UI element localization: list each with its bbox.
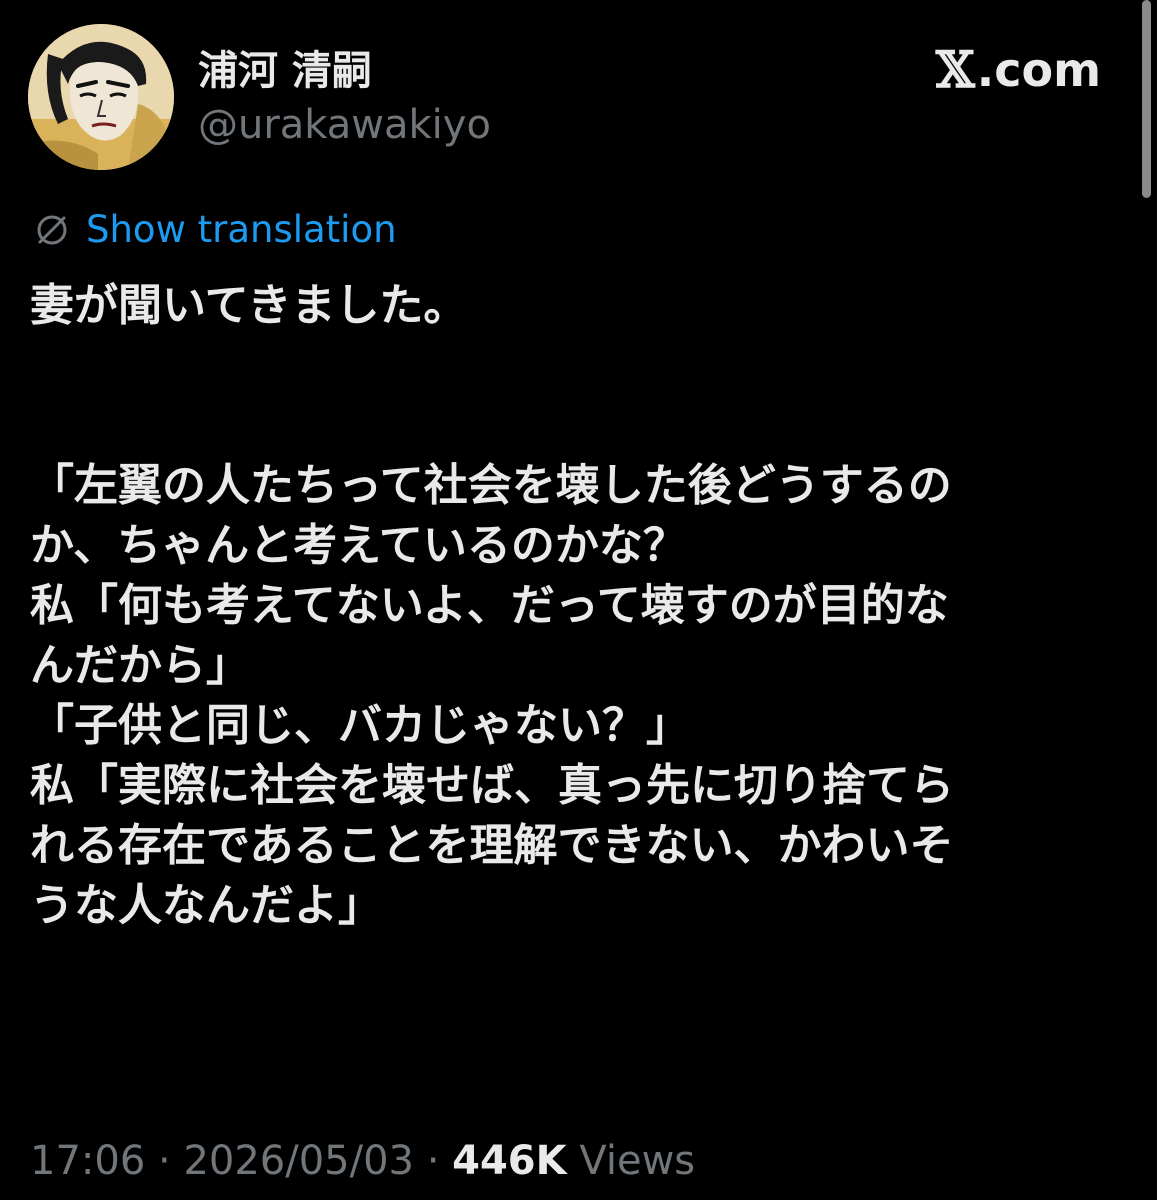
views-label: Views	[566, 1138, 696, 1184]
views-count[interactable]: 446K	[452, 1138, 567, 1184]
brand-domain: .com	[976, 42, 1101, 97]
show-translation-row[interactable]: Show translation	[32, 208, 397, 251]
brand-watermark: 𝕏 .com	[936, 40, 1101, 99]
tweet-line: 「子供と同じ、バカじゃない？」	[30, 700, 690, 751]
tweet-date[interactable]: 2026/05/03	[183, 1138, 414, 1184]
tweet-time[interactable]: 17:06	[30, 1138, 145, 1184]
meta-separator: ·	[413, 1138, 453, 1184]
tweet-line: 私「実際に社会を壊せば、真っ先に切り捨てら	[30, 760, 954, 811]
tweet-line: うな人なんだよ」	[30, 880, 382, 931]
meta-separator: ·	[145, 1138, 184, 1184]
tweet-line: れる存在であることを理解できない、かわいそ	[30, 820, 954, 871]
tweet-text: 妻が聞いてきました。 「左翼の人たちって社会を壊した後どうするの か、ちゃんと考…	[30, 276, 1120, 936]
tweet-line: 私「何も考えてないよ、だって壊すのが目的な	[30, 580, 949, 631]
globe-slash-icon	[37, 215, 67, 244]
show-translation-link[interactable]: Show translation	[86, 208, 397, 251]
display-name[interactable]: 浦河 清嗣	[198, 38, 372, 96]
tweet-line: か、ちゃんと考えているのかな？	[30, 520, 687, 571]
tweet-line: 妻が聞いてきました。	[30, 280, 468, 331]
ukiyoe-portrait-avatar	[28, 24, 174, 170]
scrollbar[interactable]	[1142, 0, 1151, 198]
tweet-line: 「左翼の人たちって社会を壊した後どうするの	[30, 460, 952, 511]
tweet-meta: 17:06 · 2026/05/03 · 446K Views	[30, 1138, 695, 1184]
tweet-line: んだから」	[30, 640, 250, 691]
x-logo-icon: 𝕏	[935, 40, 975, 99]
user-handle[interactable]: @urakawakiyo	[198, 102, 491, 148]
avatar[interactable]	[28, 24, 174, 170]
